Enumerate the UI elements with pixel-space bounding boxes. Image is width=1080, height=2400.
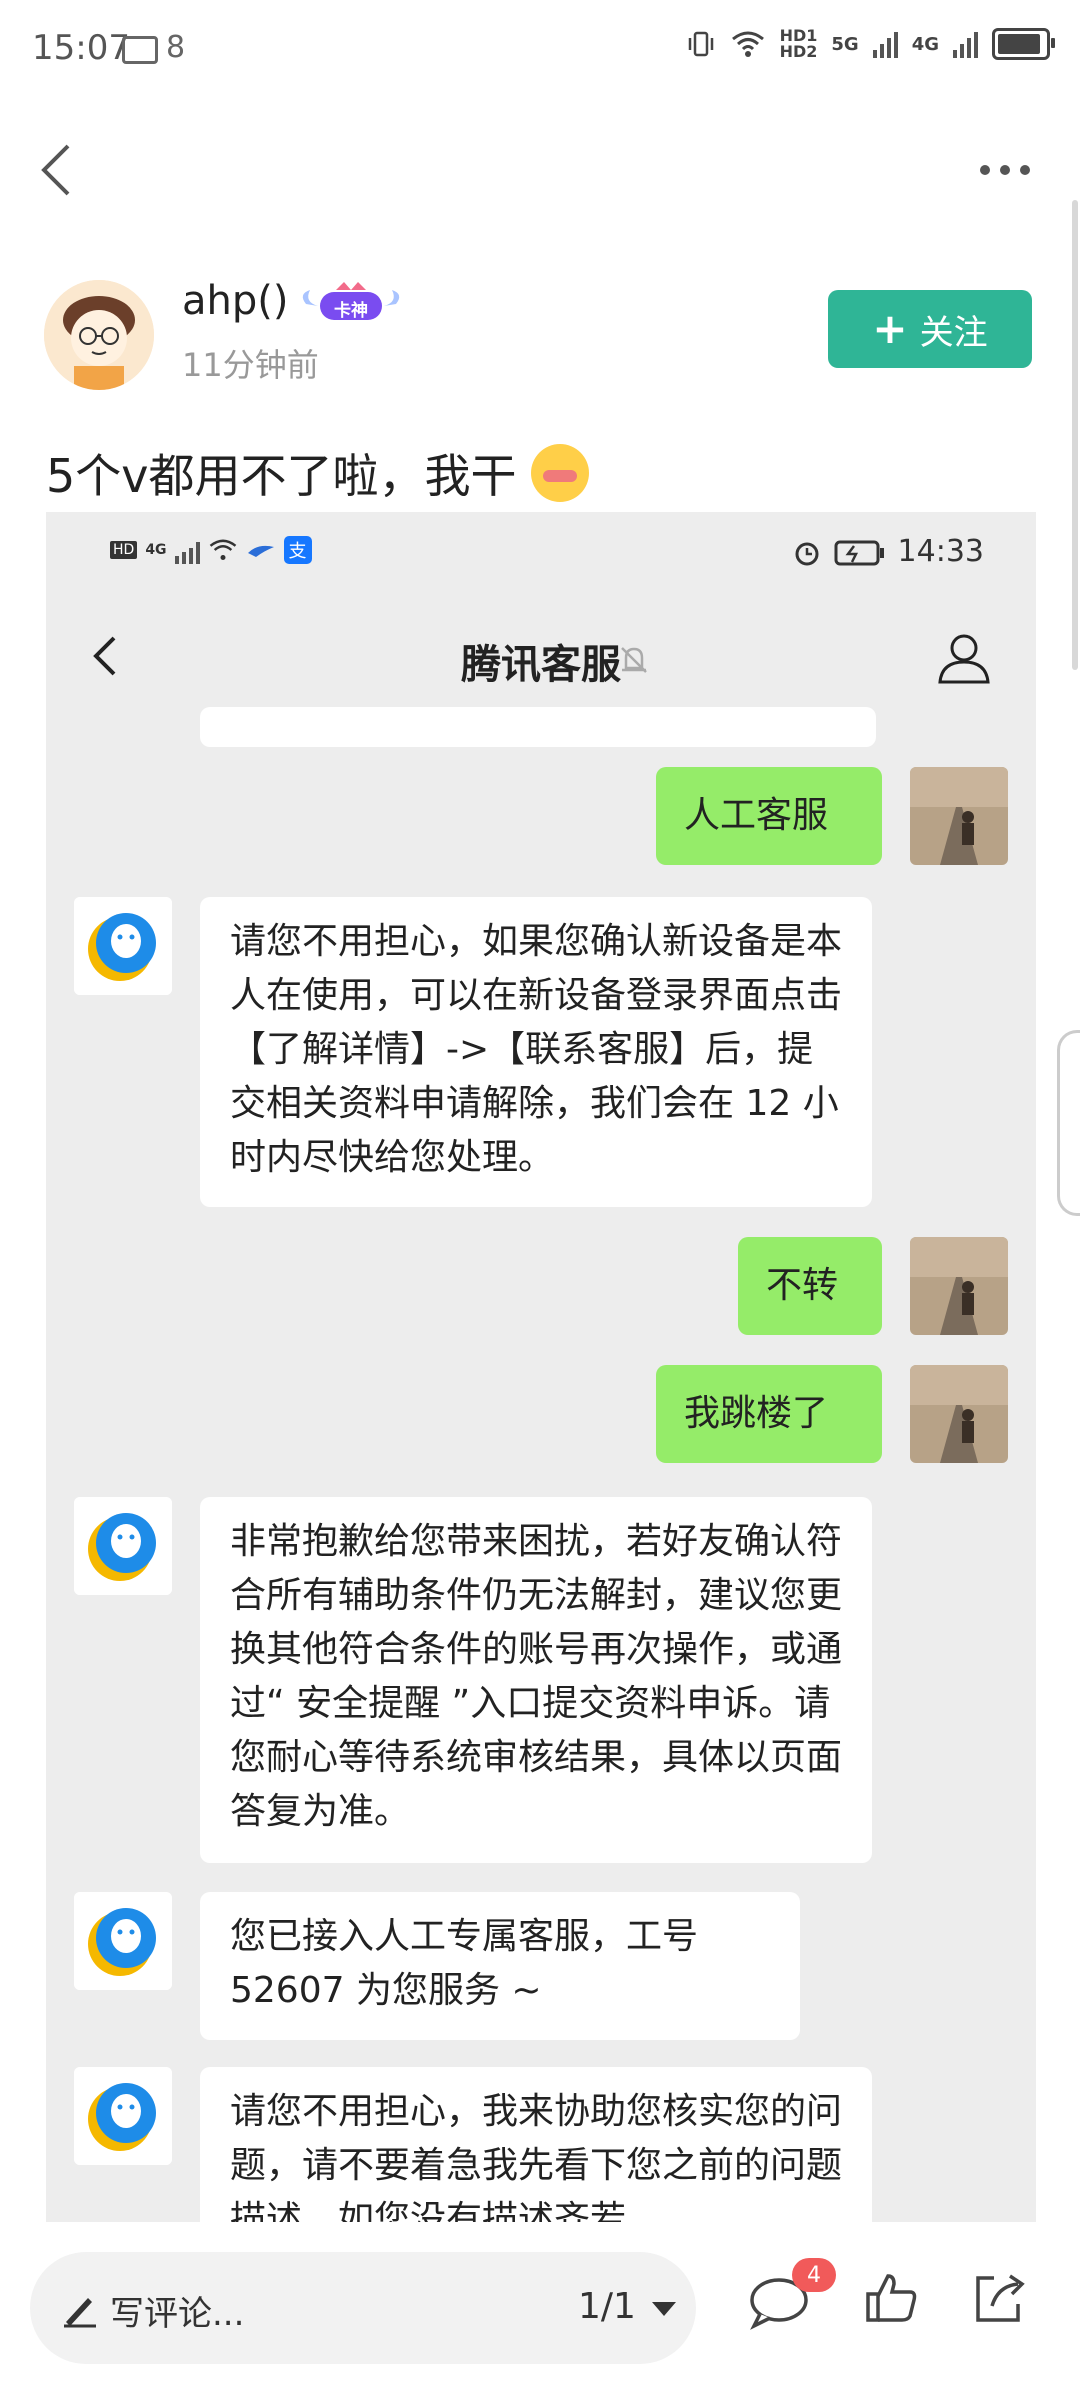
follow-button[interactable]: + 关注 (828, 290, 1032, 368)
network-4g-label: 4G (911, 33, 939, 55)
plus-icon: + (872, 304, 908, 353)
chat-message-row: 您已接入人工专属客服，工号 52607 为您服务 ~ (46, 1892, 1036, 2040)
vibrate-icon (688, 31, 713, 57)
service-message-bubble[interactable]: 非常抱歉给您带来困扰，若好友确认符合所有辅助条件仍无法解封，建议您更换其他符合条… (200, 1497, 872, 1863)
back-button[interactable] (30, 140, 90, 200)
comment-input[interactable]: 写评论... 1/1 (30, 2252, 696, 2364)
alarm-icon (795, 542, 819, 566)
network-5g-label: 5G (831, 33, 859, 55)
more-dot-icon (1000, 165, 1010, 175)
page-indicator[interactable]: 1/1 (578, 2286, 636, 2327)
pencil-icon (64, 2298, 96, 2328)
my-avatar[interactable] (910, 1237, 1008, 1335)
more-options-button[interactable] (980, 150, 1040, 190)
screenshot-status-left: HD 4G 支 (110, 536, 312, 564)
signal-bars-5g-icon (872, 30, 898, 58)
my-message-bubble[interactable]: 不转 (738, 1237, 882, 1335)
comment-count-badge: 4 (792, 2258, 836, 2292)
chat-message-row: 非常抱歉给您带来困扰，若好友确认符合所有辅助条件仍无法解封，建议您更换其他符合条… (46, 1497, 1036, 1863)
chat-message-row: 请您不用担心，如果您确认新设备是本人在使用，可以在新设备登录界面点击【了解详情】… (46, 897, 1036, 1207)
my-avatar[interactable] (910, 767, 1008, 865)
follow-label: 关注 (919, 312, 988, 353)
service-message-bubble[interactable]: 请您不用担心，如果您确认新设备是本人在使用，可以在新设备登录界面点击【了解详情】… (200, 897, 872, 1207)
user-level-badge: 卡神 (296, 280, 406, 328)
service-message-bubble[interactable]: 请您不用担心，我来协助您核实您的问题，请不要着急我先看下您之前的问题描述，如您没… (200, 2067, 872, 2222)
chat-message-row: 人工客服 (46, 767, 1036, 865)
battery-icon (992, 28, 1055, 60)
bird-icon (247, 545, 274, 557)
scroll-indicator[interactable] (1072, 200, 1078, 670)
screenshot-chat-header: 腾讯客服 (46, 592, 1036, 722)
cartoon-boy-avatar-icon (44, 280, 154, 390)
badge-text: 卡神 (334, 301, 368, 321)
screenshot-time: 14:33 (897, 534, 984, 569)
screenshot-status-icons (792, 538, 886, 568)
post-image-chat-screenshot[interactable]: HD 4G 支 14:33 腾讯客服 人工客服请您不用担心，如果您确认新设备是本… (46, 512, 1036, 2222)
network-4g-label: 4G (145, 542, 167, 558)
chat-message-row: 我跳楼了 (46, 1365, 1036, 1463)
battery-charging-icon (834, 540, 884, 566)
author-avatar[interactable] (44, 280, 154, 390)
author-username[interactable]: ahp() (182, 278, 288, 324)
angry-face-emoji-icon (530, 444, 589, 502)
message-notification-icon (122, 36, 158, 64)
customer-service-avatar[interactable] (74, 2067, 172, 2165)
chevron-left-icon (41, 144, 70, 196)
wifi-icon (731, 31, 764, 57)
side-edge-handle[interactable] (1057, 1030, 1080, 1216)
comment-placeholder: 写评论... (110, 2294, 245, 2334)
bottom-comment-bar: 写评论... 1/1 4 (0, 2222, 1080, 2400)
status-right-icons: HD1 HD2 5G 4G (686, 26, 1055, 61)
my-message-bubble[interactable]: 我跳楼了 (656, 1365, 882, 1463)
my-avatar[interactable] (910, 1365, 1008, 1463)
screenshot-chat-title: 腾讯客服 (461, 642, 621, 688)
post-text: 5个v都用不了啦，我干 (46, 449, 517, 503)
status-bar: 15:07 8 HD1 HD2 5G 4G (0, 0, 1080, 100)
alipay-icon: 支 (283, 536, 312, 564)
chat-message-row: 请您不用担心，我来协助您核实您的问题，请不要着急我先看下您之前的问题描述，如您没… (46, 2067, 1036, 2222)
post-time: 11分钟前 (182, 346, 319, 384)
more-dot-icon (980, 165, 990, 175)
wifi-icon (209, 539, 236, 560)
customer-service-avatar[interactable] (74, 897, 172, 995)
share-icon[interactable] (970, 2270, 1028, 2326)
status-time: 15:07 (32, 28, 130, 68)
service-message-bubble[interactable]: 您已接入人工专属客服，工号 52607 为您服务 ~ (200, 1892, 800, 2040)
hd-label: HD1 HD2 (779, 26, 818, 61)
cut-off-message-bubble (200, 707, 876, 747)
my-message-bubble[interactable]: 人工客服 (656, 767, 882, 865)
customer-service-avatar[interactable] (74, 1892, 172, 1990)
message-notification-count: 8 (166, 30, 186, 65)
caret-down-icon[interactable] (652, 2302, 676, 2316)
customer-service-avatar[interactable] (74, 1497, 172, 1595)
screenshot-status-bar: HD 4G 支 14:33 (46, 512, 1036, 592)
signal-bars-4g-icon (953, 30, 978, 58)
more-dot-icon (1020, 165, 1030, 175)
hd-icon: HD (110, 541, 138, 559)
person-icon (934, 628, 994, 688)
muted-bell-icon (614, 640, 654, 680)
thumbs-up-icon[interactable] (864, 2270, 920, 2326)
post-text-row: 5个v都用不了啦，我干 (46, 440, 589, 506)
chat-message-row: 不转 (46, 1237, 1036, 1335)
signal-bars-icon (174, 536, 200, 564)
